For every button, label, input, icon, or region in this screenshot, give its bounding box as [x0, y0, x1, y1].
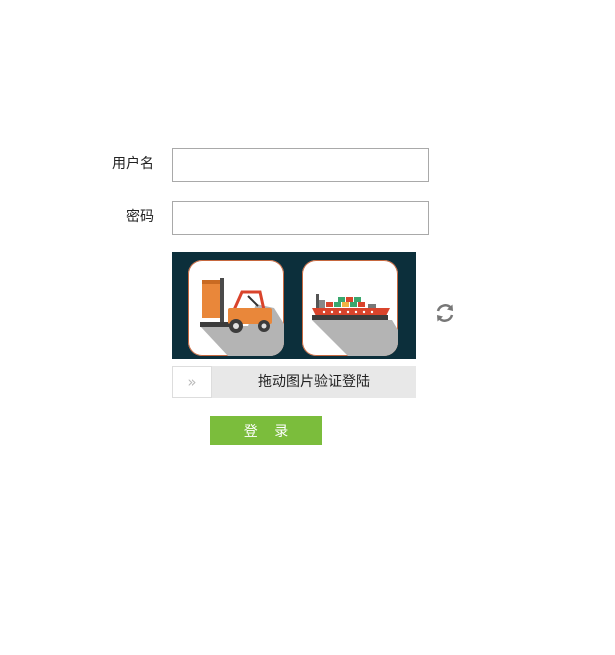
slider-track[interactable]: » 拖动图片验证登陆: [172, 366, 416, 398]
username-label: 用户名: [112, 156, 154, 172]
login-button[interactable]: 登 录: [210, 416, 322, 445]
double-chevron-right-icon[interactable]: »: [172, 366, 212, 398]
login-page: 用户名 密码 » 拖动图片验证登陆 登 录: [0, 0, 615, 655]
password-input[interactable]: [172, 201, 429, 235]
password-label: 密码: [126, 209, 154, 225]
forklift-image[interactable]: [188, 260, 284, 356]
slider-instruction: 拖动图片验证登陆: [258, 374, 370, 390]
captcha-image-panel: [172, 252, 416, 359]
username-input[interactable]: [172, 148, 429, 182]
cargo-ship-image[interactable]: [302, 260, 398, 356]
refresh-icon[interactable]: [434, 302, 456, 324]
